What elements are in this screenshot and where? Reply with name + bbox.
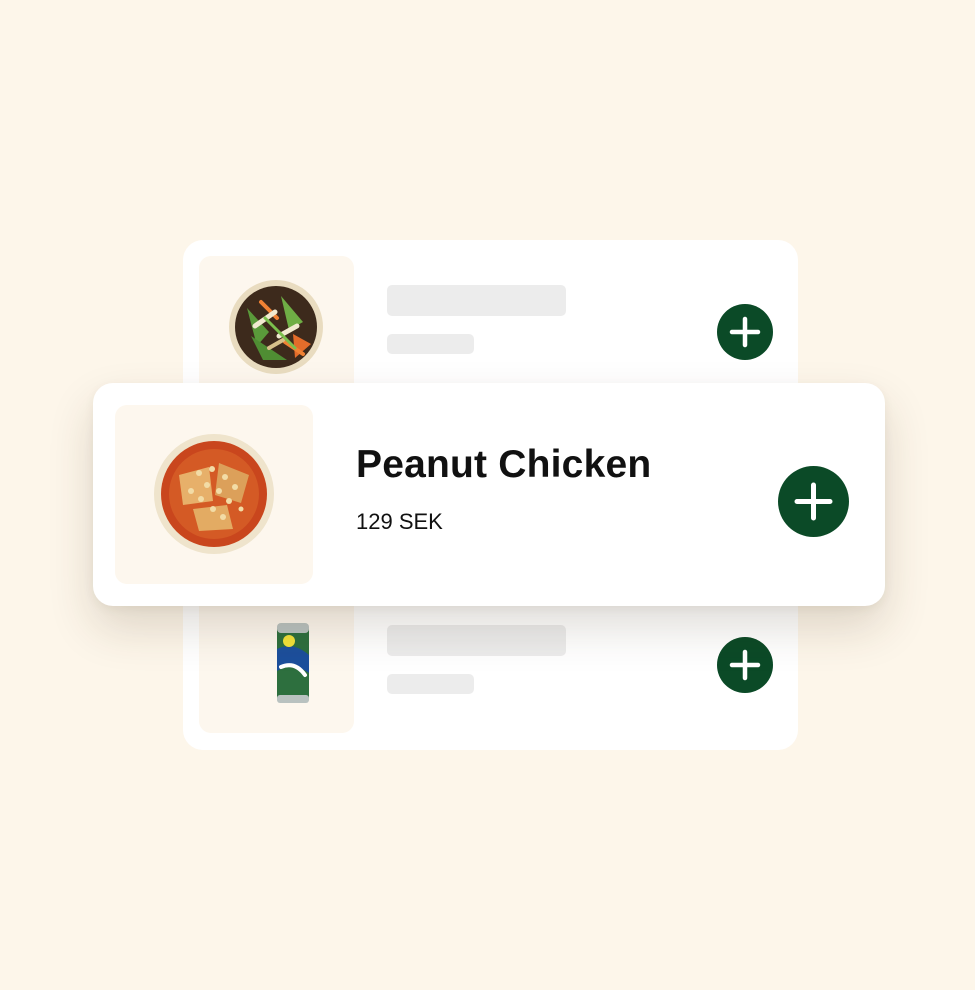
soda-can-icon <box>277 623 309 703</box>
salad-thumbnail[interactable] <box>199 256 354 404</box>
item-price-placeholder <box>387 674 474 694</box>
soda-thumbnail[interactable] <box>199 585 354 733</box>
item-name-placeholder <box>387 285 566 316</box>
item-price: 129 SEK <box>356 509 443 534</box>
add-button[interactable] <box>717 304 773 360</box>
peanut-chicken-bowl-icon <box>154 434 274 554</box>
item-price-placeholder <box>387 334 474 354</box>
add-to-cart-button[interactable] <box>778 466 849 537</box>
plus-icon <box>729 649 761 681</box>
plus-icon <box>794 482 833 521</box>
add-button[interactable] <box>717 637 773 693</box>
salad-bowl-icon <box>229 280 323 374</box>
peanut-chicken-thumbnail[interactable] <box>115 405 313 584</box>
item-name-placeholder <box>387 625 566 656</box>
plus-icon <box>729 316 761 348</box>
featured-menu-item-card[interactable]: Peanut Chicken 129 SEK <box>93 383 885 606</box>
item-name: Peanut Chicken <box>356 443 652 486</box>
